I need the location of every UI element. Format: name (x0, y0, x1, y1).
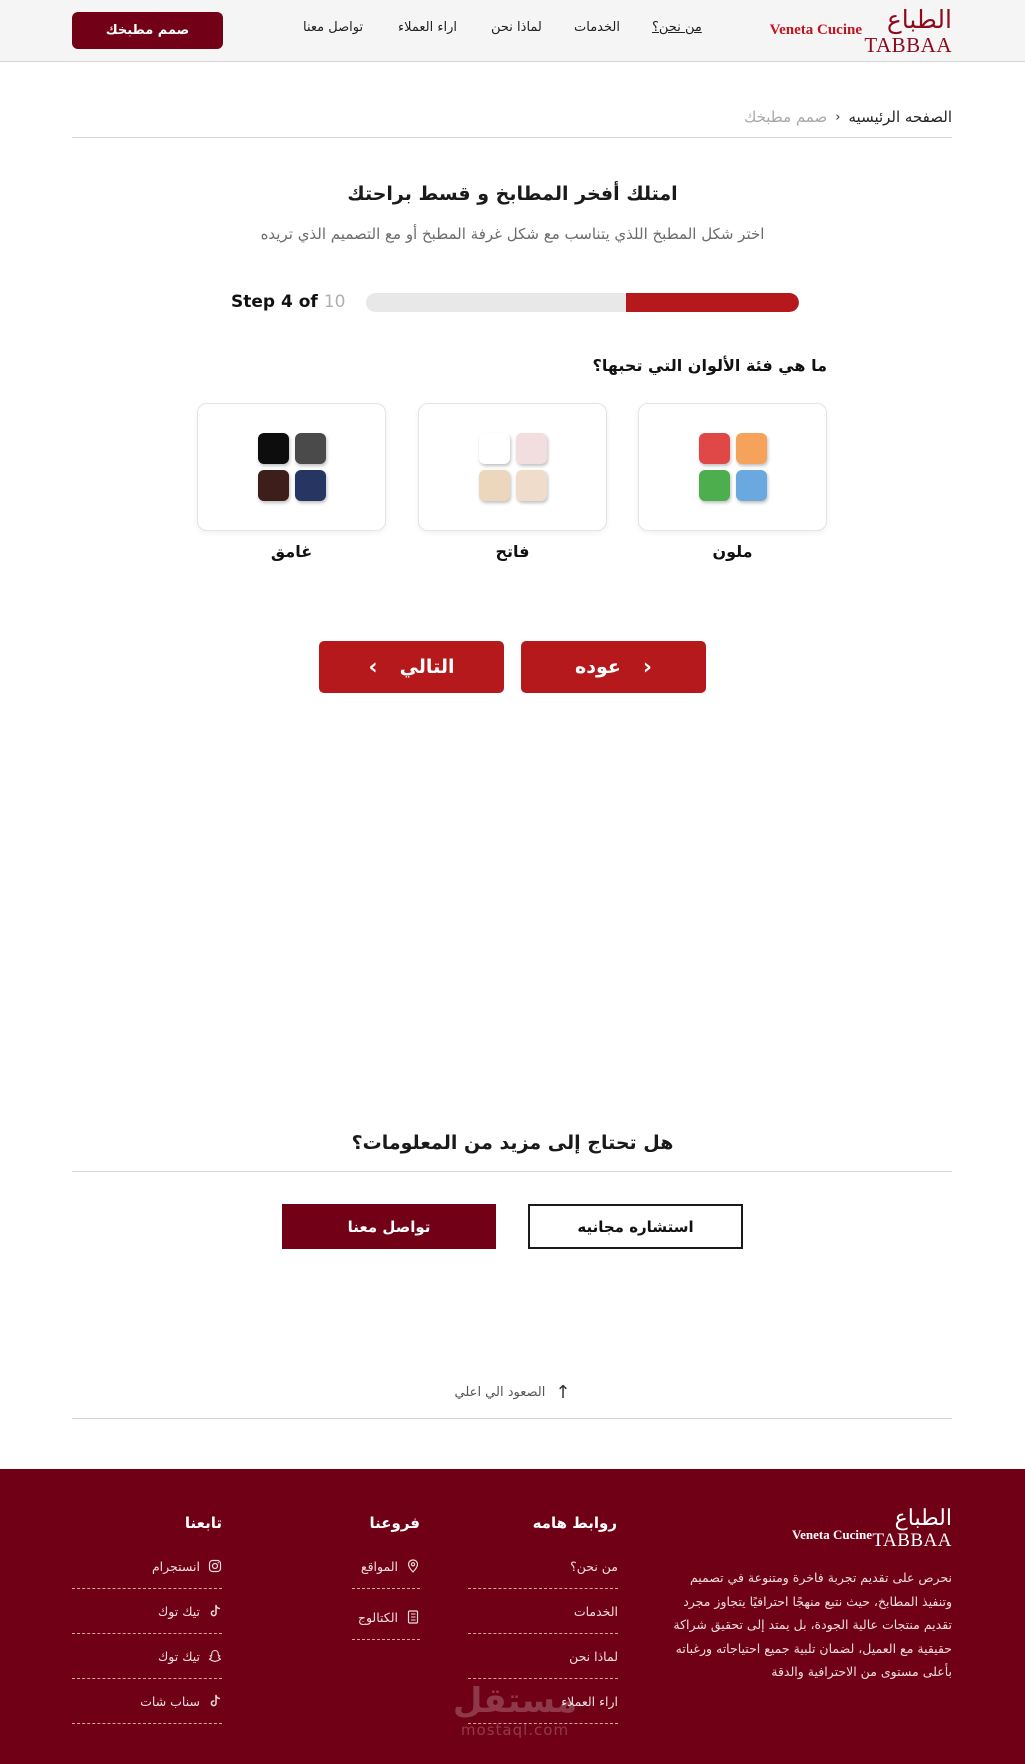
tiktok-icon (208, 1604, 222, 1618)
footer-follow-title: تابعنا (184, 1514, 222, 1532)
color-swatch (479, 433, 510, 464)
option-card-light[interactable] (418, 403, 607, 531)
page-subtitle: اختر شكل المطبخ اللذي يتناسب مع شكل غرفة… (260, 225, 765, 243)
social-link-snapchat[interactable]: تيك توك (72, 1634, 222, 1679)
color-swatch (479, 470, 510, 501)
nav-contact[interactable]: تواصل معنا (303, 20, 363, 35)
footer-links-title: روابط هامه (532, 1514, 617, 1532)
footer-link-locations[interactable]: المواقع (352, 1544, 420, 1589)
social-link-label: سناب شات (140, 1693, 200, 1709)
chevron-right-icon: › (642, 654, 652, 680)
arrow-up-icon: ↑ (555, 1382, 571, 1403)
nav-services[interactable]: الخدمات (574, 20, 620, 35)
site-header: الطباع TABBAA Veneta Cucine من نحن؟ الخد… (0, 0, 1025, 62)
color-swatch (258, 433, 289, 464)
social-link-label: تيك توك (158, 1648, 200, 1664)
design-kitchen-button[interactable]: صمم مطبخك (72, 12, 223, 49)
brand-partner: Veneta Cucine (769, 22, 862, 38)
footer-link-label: الكتالوج (357, 1609, 398, 1625)
question-text: ما هي فئة الألوان التي تحبها؟ (592, 356, 827, 375)
footer-link-services[interactable]: الخدمات (468, 1589, 618, 1634)
chevron-left-icon: ‹ (368, 654, 378, 680)
watermark-arabic: مستقل (452, 1681, 578, 1721)
instagram-icon (208, 1559, 222, 1573)
brand-logo[interactable]: الطباع TABBAA Veneta Cucine (762, 5, 952, 57)
option-card-dark[interactable] (197, 403, 386, 531)
divider (72, 137, 952, 138)
footer-link-why-us[interactable]: لماذا نحن (468, 1634, 618, 1679)
color-swatches (699, 433, 769, 503)
next-button-label: التالي (399, 656, 455, 678)
nav-why-us[interactable]: لماذا نحن (491, 20, 542, 35)
social-link-snapchat-text[interactable]: سناب شات (72, 1679, 222, 1724)
social-link-tiktok[interactable]: تيك توك (72, 1589, 222, 1634)
divider (72, 1171, 952, 1172)
color-swatch (516, 470, 547, 501)
social-link-label: تيك توك (158, 1603, 200, 1619)
color-swatches (479, 433, 549, 503)
color-swatch (699, 470, 730, 501)
footer-link-catalog[interactable]: الكتالوج (352, 1595, 420, 1640)
back-button[interactable]: عوده › (521, 641, 706, 693)
color-swatch (736, 433, 767, 464)
scroll-top-label: الصعود الي اعلي (454, 1385, 546, 1400)
tiktok-icon (208, 1694, 222, 1708)
watermark-logo: مستقل mostaql.com (450, 1681, 580, 1741)
next-button[interactable]: ‹ التالي (319, 641, 504, 693)
color-swatch (736, 470, 767, 501)
breadcrumb: الصفحه الرئيسيه › صمم مطبخك (744, 108, 952, 126)
watermark-english: mostaql.com (460, 1721, 570, 1739)
color-swatch (258, 470, 289, 501)
option-card-colorful[interactable] (638, 403, 827, 531)
option-label-colorful[interactable]: ملون (638, 542, 827, 561)
footer-brand-logo[interactable]: الطباع TABBAA Veneta Cucine (772, 1505, 952, 1555)
nav-about[interactable]: من نحن؟ (652, 20, 702, 35)
snapchat-icon (208, 1649, 222, 1663)
footer-link-about[interactable]: من نحن؟ (468, 1544, 618, 1589)
site-footer: الطباع TABBAA Veneta Cucine نحرص على تقد… (0, 1469, 1025, 1764)
catalog-icon (406, 1610, 420, 1624)
brand-partner: Veneta Cucine (791, 1527, 872, 1542)
brand-name-english: TABBAA (872, 1530, 952, 1551)
color-swatch (699, 433, 730, 464)
progress-bar-fill (625, 293, 799, 312)
divider (72, 1418, 952, 1419)
page-title: امتلك أفخر المطابخ و قسط براحتك (347, 183, 678, 205)
color-swatch (516, 433, 547, 464)
footer-branches-title: فروعنا (369, 1514, 420, 1532)
more-info-title: هل تحتاج إلى مزيد من المعلومات؟ (351, 1132, 674, 1154)
brand-name-english: TABBAA (864, 33, 952, 57)
social-link-label: انستجرام (151, 1558, 200, 1574)
brand-name-arabic: الطباع (886, 5, 952, 34)
breadcrumb-current: صمم مطبخك (743, 108, 828, 126)
step-total-text: 10 (323, 292, 346, 312)
progress-bar (366, 293, 799, 312)
brand-name-arabic: الطباع (894, 1506, 952, 1531)
footer-about-text: نحرص على تقديم تجربة فاخرة ومتنوعة في تص… (673, 1570, 952, 1679)
contact-us-button[interactable]: تواصل معنا (282, 1204, 496, 1249)
social-link-instagram[interactable]: انستجرام (72, 1544, 222, 1589)
back-button-label: عوده (575, 656, 621, 678)
step-current-text: Step 4 of (231, 292, 318, 312)
option-label-dark[interactable]: غامق (197, 542, 386, 561)
chevron-left-icon: › (835, 109, 841, 125)
scroll-to-top[interactable]: الصعود الي اعلي ↑ (0, 1382, 1025, 1403)
breadcrumb-home[interactable]: الصفحه الرئيسيه (849, 108, 953, 126)
nav-testimonials[interactable]: اراء العملاء (398, 20, 457, 35)
free-consultation-button[interactable]: استشاره مجانيه (528, 1204, 743, 1249)
step-indicator: Step 4 of 10 (231, 292, 345, 312)
location-pin-icon (406, 1559, 420, 1573)
option-label-light[interactable]: فاتح (418, 542, 607, 561)
color-swatches (258, 433, 328, 503)
footer-link-label: المواقع (360, 1558, 398, 1574)
color-swatch (295, 433, 326, 464)
color-swatch (295, 470, 326, 501)
